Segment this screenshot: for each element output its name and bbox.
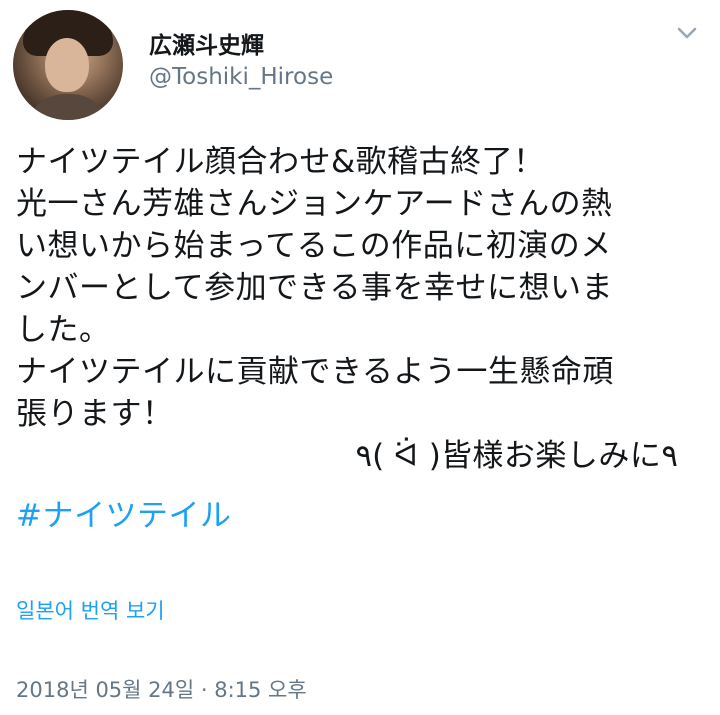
tweet-line: した。 [16,312,111,348]
tweet-line: 光一さん芳雄さんジョンケアードさんの熱 [16,186,613,222]
translate-tweet-link[interactable]: 일본어 번역 보기 [16,598,165,624]
avatar-shirt [25,94,111,120]
tweet-timestamp[interactable]: 2018년 05월 24일 · 8:15 오후 [16,677,307,703]
avatar[interactable] [13,10,123,120]
tweet-line: 張ります！ [16,396,174,432]
tweet-line: ンバーとして参加できる事を幸せに想いま [16,270,613,306]
author-display-name[interactable]: 広瀬斗史輝 [149,32,264,60]
tweet-line: ナイツテイルに貢献できるよう一生懸命頑 [16,354,614,390]
tweet-line: ナイツテイル顔合わせ&歌稽古終了！ [16,144,545,180]
tweet-text: ナイツテイル顔合わせ&歌稽古終了！ 光一さん芳雄さんジョンケアードさんの熱 い想… [16,141,696,477]
tweet-line: い想いから始まってるこの作品に初演のメ [16,228,612,264]
avatar-face [45,38,89,92]
author-handle[interactable]: @Toshiki_Hirose [149,63,333,91]
hashtag-link[interactable]: #ナイツテイル [16,495,231,537]
tweet-line-emoticon: ٩( ᐛ )皆様お楽しみに٩ [355,438,678,474]
chevron-down-icon[interactable] [674,22,700,44]
